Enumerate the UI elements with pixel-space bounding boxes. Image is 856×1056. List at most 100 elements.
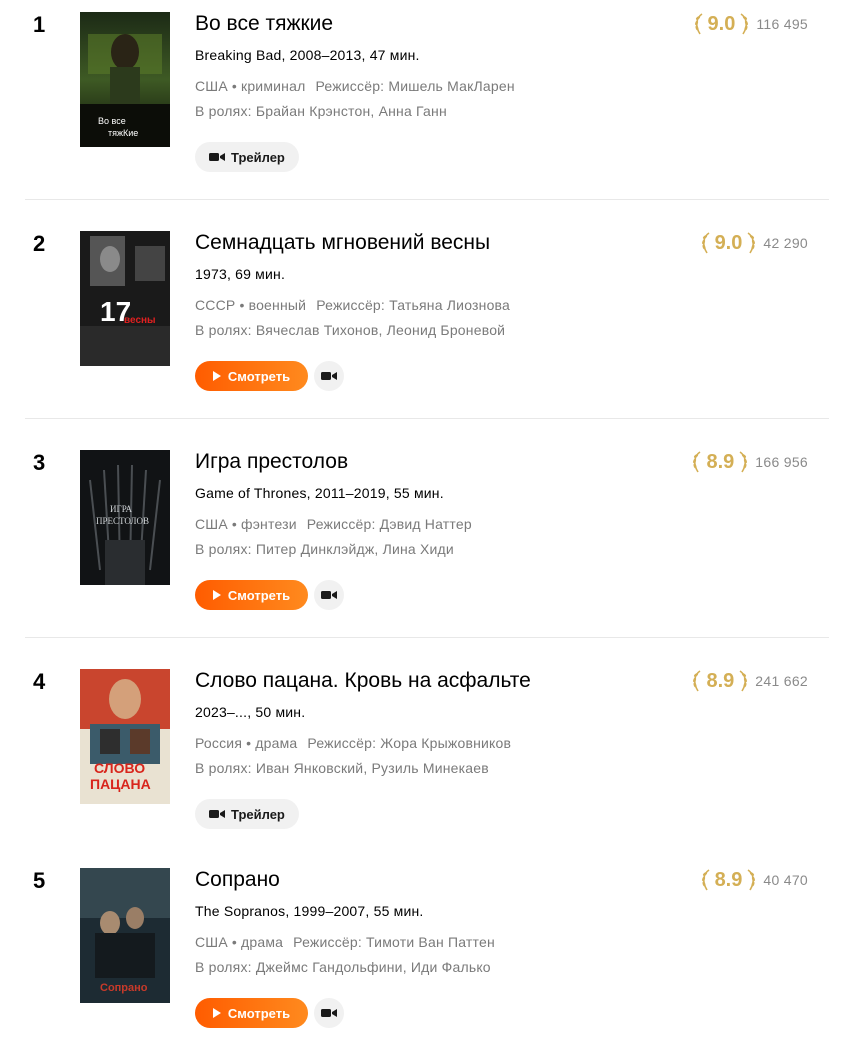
- watch-button-label: Смотреть: [227, 368, 291, 384]
- series-meta: США • фэнтези Режиссёр: Дэвид Наттер: [195, 516, 472, 532]
- country: США: [195, 934, 228, 950]
- series-subtitle: 2023–..., 50 мин.: [195, 704, 306, 720]
- trailer-button[interactable]: [314, 580, 344, 610]
- votes-count: 116 495: [756, 16, 808, 32]
- trailer-button-label: Трейлер: [231, 806, 285, 822]
- series-meta: Россия • драма Режиссёр: Жора Крыжовников: [195, 735, 512, 751]
- poster-text: Сопрано: [100, 982, 148, 994]
- series-meta: СССР • военный Режиссёр: Татьяна Лиознова: [195, 297, 511, 313]
- genre: фэнтези: [241, 516, 297, 532]
- poster-image[interactable]: Сопрано: [80, 868, 170, 1003]
- trailer-button[interactable]: [314, 361, 344, 391]
- watch-button-label: Смотреть: [227, 587, 291, 603]
- divider: [25, 199, 829, 200]
- poster-text: весны: [124, 315, 156, 326]
- country: СССР: [195, 297, 236, 313]
- country: США: [195, 78, 228, 94]
- poster-text: Во все: [98, 116, 126, 126]
- trailer-button-label: Трейлер: [231, 149, 285, 165]
- series-meta: США • криминал Режиссёр: Мишель МакЛарен: [195, 78, 515, 94]
- list-item: 1 Во все тяжКие Во все тяжкие Breaking B…: [0, 0, 856, 200]
- series-title[interactable]: Игра престолов: [195, 450, 348, 474]
- rank-number: 2: [33, 231, 46, 256]
- divider: [25, 418, 829, 419]
- series-cast: В ролях: Питер Динклэйдж, Лина Хиди: [195, 541, 454, 557]
- director: Режиссёр: Дэвид Наттер: [306, 516, 472, 532]
- laurel-icon: [740, 13, 749, 35]
- rank-number: 3: [33, 450, 46, 475]
- rating-block: 8.9 166 956: [691, 450, 808, 474]
- laurel-icon: [693, 451, 701, 473]
- laurel-icon: [739, 670, 748, 692]
- series-cast: В ролях: Джеймс Гандольфини, Иди Фалько: [195, 959, 491, 975]
- video-camera-icon: [209, 153, 225, 161]
- country: Россия: [195, 735, 243, 751]
- poster-image[interactable]: Во все тяжКие: [80, 12, 170, 147]
- laurel-icon: [739, 451, 748, 473]
- rating-score: 8.9: [714, 868, 743, 891]
- poster-image[interactable]: СЛОВО ПАЦАНА: [80, 669, 170, 804]
- country: США: [195, 516, 228, 532]
- watch-button[interactable]: Смотреть: [195, 998, 308, 1028]
- poster-text: ИГРА: [110, 504, 133, 514]
- poster-image[interactable]: 17 весны: [80, 231, 170, 366]
- video-camera-icon: [209, 810, 225, 818]
- series-meta: США • драма Режиссёр: Тимоти Ван Паттен: [195, 934, 495, 950]
- series-title[interactable]: Сопрано: [195, 868, 280, 892]
- rating-block: 9.0 42 290: [700, 231, 808, 255]
- director: Режиссёр: Жора Крыжовников: [307, 735, 512, 751]
- series-title[interactable]: Слово пацана. Кровь на асфальте: [195, 669, 531, 693]
- series-subtitle: The Sopranos, 1999–2007, 55 мин.: [195, 903, 424, 919]
- video-camera-icon: [321, 1009, 337, 1017]
- genre: драма: [241, 934, 284, 950]
- trailer-button[interactable]: Трейлер: [195, 799, 299, 829]
- laurel-icon: [694, 13, 703, 35]
- poster-image[interactable]: ИГРА ПРЕСТОЛОВ: [80, 450, 170, 585]
- genre: драма: [255, 735, 298, 751]
- play-icon: [212, 590, 221, 600]
- watch-button[interactable]: Смотреть: [195, 361, 308, 391]
- laurel-icon: [693, 670, 701, 692]
- rating-score: 9.0: [714, 231, 743, 254]
- watch-button[interactable]: Смотреть: [195, 580, 308, 610]
- director: Режиссёр: Мишель МакЛарен: [315, 78, 515, 94]
- series-cast: В ролях: Брайан Крэнстон, Анна Ганн: [195, 103, 447, 119]
- series-cast: В ролях: Иван Янковский, Рузиль Минекаев: [195, 760, 489, 776]
- poster-text: ПАЦАНА: [90, 776, 151, 792]
- laurel-icon: [701, 232, 710, 254]
- genre: криминал: [241, 78, 306, 94]
- poster-text: ПРЕСТОЛОВ: [96, 516, 149, 526]
- laurel-icon: [747, 232, 756, 254]
- play-icon: [212, 371, 221, 381]
- list-item: 3 ИГРА ПРЕСТОЛОВ Игра престолов Game of …: [0, 438, 856, 638]
- rating-block: 9.0 116 495: [693, 12, 808, 36]
- rank-number: 5: [33, 868, 46, 893]
- rank-number: 1: [33, 12, 46, 37]
- rank-number: 4: [33, 669, 46, 694]
- series-subtitle: Game of Thrones, 2011–2019, 55 мин.: [195, 485, 444, 501]
- trailer-button[interactable]: [314, 998, 344, 1028]
- laurel-icon: [747, 869, 756, 891]
- poster-text: тяжКие: [108, 128, 138, 138]
- laurel-icon: [701, 869, 710, 891]
- rating-block: 8.9 40 470: [700, 868, 808, 892]
- video-camera-icon: [321, 372, 337, 380]
- series-subtitle: Breaking Bad, 2008–2013, 47 мин.: [195, 47, 420, 63]
- play-icon: [212, 1008, 221, 1018]
- list-item: 5 Сопрано Сопрано The Sopranos, 1999–200…: [0, 856, 856, 1056]
- divider: [25, 637, 829, 638]
- votes-count: 42 290: [763, 235, 808, 251]
- rating-score: 9.0: [707, 12, 736, 35]
- series-cast: В ролях: Вячеслав Тихонов, Леонид Бронев…: [195, 322, 506, 338]
- director: Режиссёр: Татьяна Лиознова: [316, 297, 511, 313]
- genre: военный: [248, 297, 307, 313]
- series-title[interactable]: Семнадцать мгновений весны: [195, 231, 490, 255]
- watch-button-label: Смотреть: [227, 1005, 291, 1021]
- rating-block: 8.9 241 662: [691, 669, 808, 693]
- list-item: 4 СЛОВО ПАЦАНА Слово пацана. Кровь на ас…: [0, 657, 856, 857]
- video-camera-icon: [321, 591, 337, 599]
- trailer-button[interactable]: Трейлер: [195, 142, 299, 172]
- rating-score: 8.9: [706, 669, 735, 692]
- series-title[interactable]: Во все тяжкие: [195, 12, 333, 36]
- votes-count: 241 662: [755, 673, 808, 689]
